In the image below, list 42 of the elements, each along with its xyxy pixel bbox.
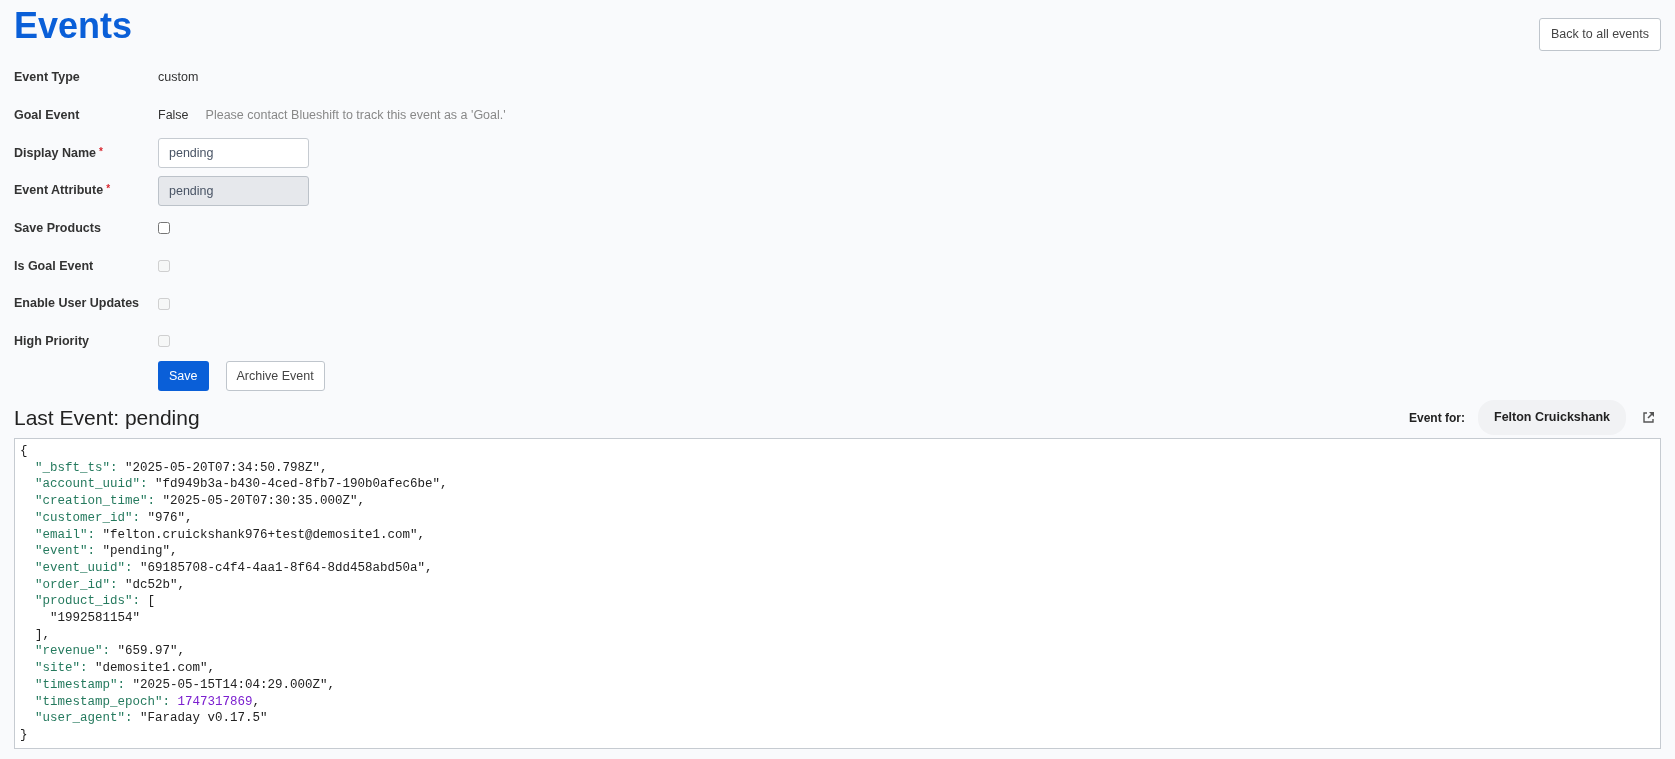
required-mark: * [106,183,111,195]
code-line: "timestamp": "2025-05-15T14:04:29.000Z", [34,676,337,694]
field-value: custom [158,69,199,87]
code-line: "timestamp_epoch": 1747317869, [34,693,262,711]
field-label: Display Name * [14,144,104,162]
code-line: } [20,726,29,744]
section-heading: Last Event: pending [14,405,200,431]
field-label: High Priority [14,333,90,351]
code-line: "_bsft_ts": "2025-05-20T07:34:50.798Z", [34,459,329,477]
field-label: Event Attribute * [14,182,112,200]
code-line: "product_ids": [ [34,593,157,611]
archive-button[interactable]: Archive Event [225,361,325,392]
code-line: ], [34,626,52,644]
code-line: "revenue": "659.97", [34,643,187,661]
field-label: Enable User Updates [14,295,141,313]
field-label: Save Products [14,219,102,237]
field-label: Event Type [14,69,81,87]
code-line: "email": "felton.cruickshank976+test@demosite1.com", [34,526,427,544]
code-line: { [20,443,29,460]
input-field[interactable]: pending [158,137,309,168]
code-line: "site": "demosite1.com", [34,660,217,677]
page-title: Events [14,6,133,46]
back-button[interactable]: Back to all events [1539,18,1661,51]
checkbox[interactable] [158,222,170,235]
code-line: "order_id": "dc52b", [34,576,187,594]
code-line: "user_agent": "Faraday v0.17.5" [34,710,269,727]
readonly-field: pending [158,175,309,206]
field-value: False [158,106,189,124]
required-mark: * [99,145,103,157]
field-label: Is Goal Event [14,257,95,275]
external-link-icon[interactable] [1642,411,1655,425]
code-line: "event": "pending", [34,543,179,560]
save-button[interactable]: Save [158,361,209,392]
event-for-label: Event for: [1409,409,1465,427]
code-line: "customer_id": "976", [34,509,194,527]
code-line: "1992581154" [49,610,142,627]
code-line: "account_uuid": "fd949b3a-b430-4ced-8fb7-190b0afec6be", [34,476,449,494]
user-pill[interactable]: Felton Cruickshank [1478,400,1626,435]
code-line: "event_uuid": "69185708-c4f4-4aa1-8f64-8dd458abd50a", [34,559,434,577]
field-label: Goal Event [14,106,81,124]
code-line: "creation_time": "2025-05-20T07:30:35.000Z", [34,493,367,510]
field-note: Please contact Blueshift to track this event as a 'Goal.' [205,106,506,124]
